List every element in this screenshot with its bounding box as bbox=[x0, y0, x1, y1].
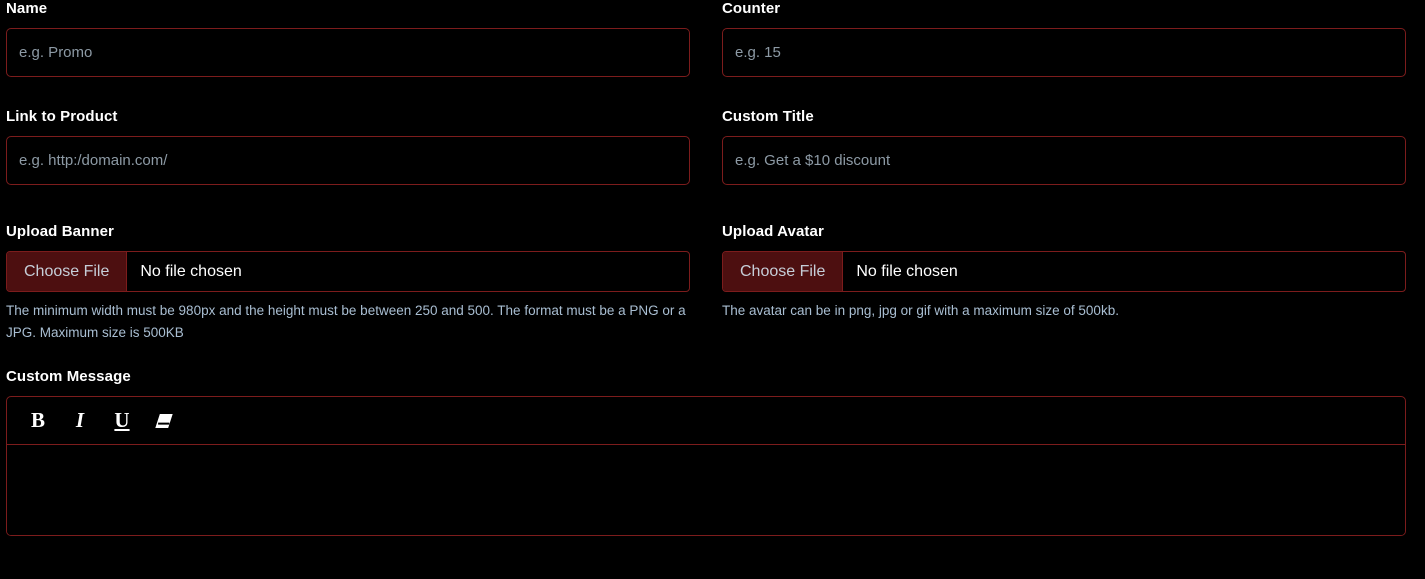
italic-icon: I bbox=[75, 408, 85, 432]
upload-avatar-file-input[interactable]: Choose File No file chosen bbox=[722, 251, 1406, 292]
form-row-3: Upload Banner Choose File No file chosen… bbox=[0, 223, 1425, 344]
field-group-custom-title: Custom Title bbox=[722, 108, 1406, 185]
row-spacer-2 bbox=[0, 185, 1425, 223]
row-spacer-3 bbox=[0, 344, 1425, 368]
link-to-product-input[interactable] bbox=[6, 136, 690, 185]
custom-title-input[interactable] bbox=[722, 136, 1406, 185]
italic-button[interactable]: I bbox=[59, 403, 101, 439]
promo-form: Name Counter Link to Product Custom Titl… bbox=[0, 0, 1425, 536]
counter-label: Counter bbox=[722, 0, 781, 17]
field-group-upload-avatar: Upload Avatar Choose File No file chosen… bbox=[722, 223, 1406, 322]
custom-message-textarea[interactable] bbox=[7, 445, 1405, 535]
form-row-4: Custom Message B I U bbox=[0, 368, 1425, 536]
bold-button[interactable]: B bbox=[17, 403, 59, 439]
form-row-1: Name Counter bbox=[0, 0, 1425, 77]
remove-formatting-button[interactable] bbox=[143, 403, 185, 439]
editor-toolbar: B I U bbox=[7, 397, 1405, 445]
upload-banner-choose-file-button[interactable]: Choose File bbox=[7, 252, 128, 291]
row-spacer-1 bbox=[0, 77, 1425, 108]
name-label: Name bbox=[6, 0, 48, 17]
upload-banner-file-input[interactable]: Choose File No file chosen bbox=[6, 251, 690, 292]
eraser-icon bbox=[155, 413, 173, 428]
counter-input[interactable] bbox=[722, 28, 1406, 77]
upload-banner-help-text: The minimum width must be 980px and the … bbox=[6, 303, 686, 340]
upload-avatar-help-text: The avatar can be in png, jpg or gif wit… bbox=[722, 303, 1119, 318]
link-to-product-label: Link to Product bbox=[6, 108, 118, 125]
bold-icon: B bbox=[30, 408, 45, 432]
field-group-name: Name bbox=[6, 0, 690, 77]
field-group-link-to-product: Link to Product bbox=[6, 108, 690, 185]
underline-button[interactable]: U bbox=[101, 403, 143, 439]
upload-banner-label: Upload Banner bbox=[6, 223, 114, 240]
custom-title-label: Custom Title bbox=[722, 108, 814, 125]
upload-avatar-choose-file-button[interactable]: Choose File bbox=[723, 252, 844, 291]
field-group-custom-message: Custom Message B I U bbox=[6, 368, 1406, 536]
upload-banner-file-status: No file chosen bbox=[140, 262, 242, 280]
name-input[interactable] bbox=[6, 28, 690, 77]
upload-avatar-label: Upload Avatar bbox=[722, 223, 824, 240]
field-group-counter: Counter bbox=[722, 0, 1406, 77]
custom-message-label: Custom Message bbox=[6, 368, 131, 385]
custom-message-editor: B I U bbox=[6, 396, 1406, 536]
form-row-2: Link to Product Custom Title bbox=[0, 108, 1425, 185]
field-group-upload-banner: Upload Banner Choose File No file chosen… bbox=[6, 223, 690, 344]
underline-icon: U bbox=[114, 408, 130, 432]
upload-avatar-file-status: No file chosen bbox=[856, 262, 958, 280]
